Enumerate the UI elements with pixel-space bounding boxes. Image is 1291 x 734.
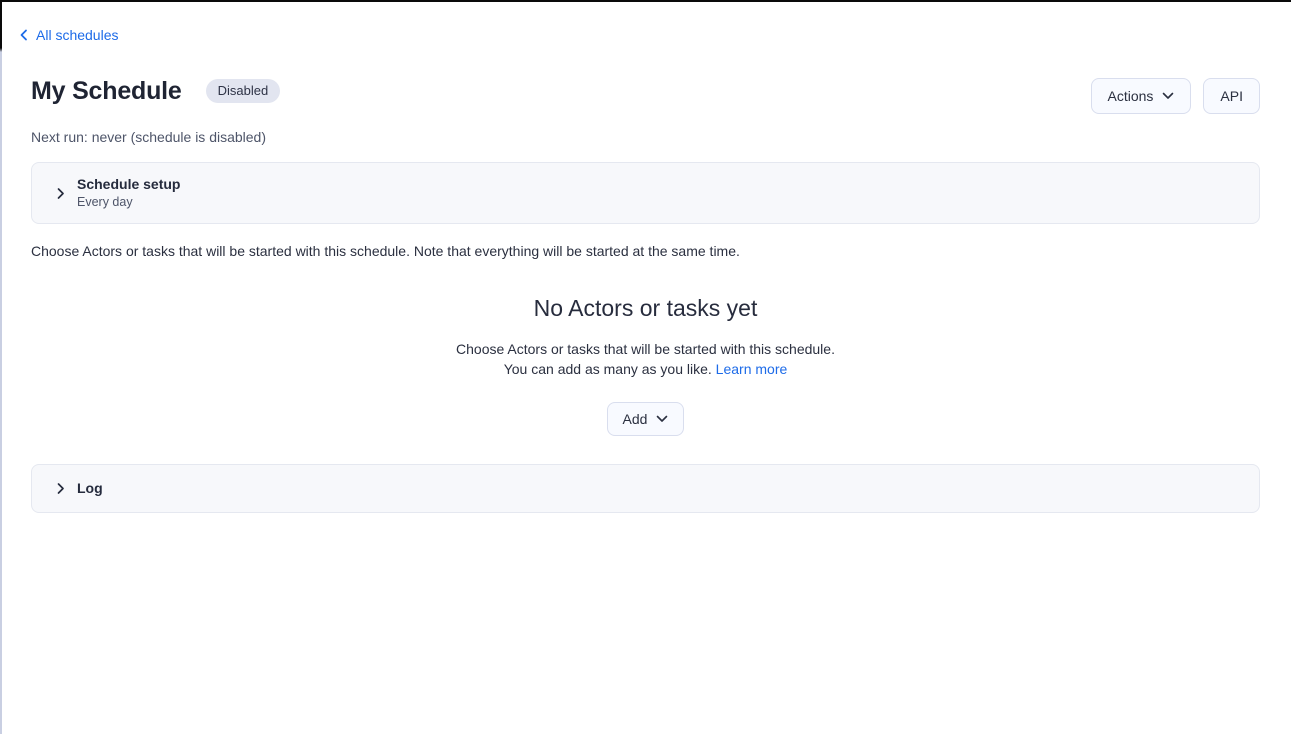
add-button[interactable]: Add	[607, 402, 685, 436]
actions-button[interactable]: Actions	[1091, 78, 1192, 114]
schedule-setup-panel[interactable]: Schedule setup Every day	[31, 162, 1260, 224]
add-button-wrapper: Add	[31, 402, 1260, 436]
actions-button-label: Actions	[1108, 88, 1154, 104]
learn-more-link[interactable]: Learn more	[716, 361, 788, 377]
log-panel[interactable]: Log	[31, 464, 1260, 513]
empty-state-line2: You can add as many as you like.	[504, 361, 712, 377]
api-button-label: API	[1220, 88, 1243, 104]
next-run-text: Next run: never (schedule is disabled)	[31, 129, 1260, 145]
schedule-setup-panel-header[interactable]: Schedule setup Every day	[32, 163, 1259, 223]
empty-state-description: Choose Actors or tasks that will be star…	[31, 339, 1260, 379]
api-button[interactable]: API	[1203, 78, 1260, 114]
chevron-right-icon	[54, 187, 67, 200]
schedule-detail-page: All schedules My Schedule Disabled Actio…	[0, 0, 1291, 513]
title-group: My Schedule Disabled	[31, 77, 280, 105]
header-toolbar: Actions API	[1091, 78, 1261, 114]
back-to-all-schedules-link[interactable]: All schedules	[18, 27, 119, 43]
log-panel-header[interactable]: Log	[32, 465, 1259, 512]
window-frame-top	[0, 0, 1291, 2]
log-panel-title: Log	[77, 480, 103, 497]
empty-state-title: No Actors or tasks yet	[31, 294, 1260, 322]
chevron-right-icon	[54, 482, 67, 495]
page-title: My Schedule	[31, 77, 182, 105]
empty-state-line1: Choose Actors or tasks that will be star…	[31, 339, 1260, 359]
schedule-setup-title: Schedule setup	[77, 176, 180, 193]
schedule-description: Choose Actors or tasks that will be star…	[31, 243, 1260, 260]
window-frame-left	[0, 0, 2, 734]
status-badge: Disabled	[206, 79, 281, 103]
page-header: My Schedule Disabled Actions API	[31, 77, 1260, 114]
schedule-setup-text: Schedule setup Every day	[77, 176, 180, 210]
add-button-label: Add	[623, 411, 648, 427]
schedule-setup-subtitle: Every day	[77, 195, 180, 210]
chevron-left-icon	[18, 29, 30, 41]
empty-state: No Actors or tasks yet Choose Actors or …	[31, 294, 1260, 436]
chevron-down-icon	[1162, 92, 1174, 100]
back-link-label: All schedules	[36, 27, 119, 43]
chevron-down-icon	[656, 415, 668, 423]
